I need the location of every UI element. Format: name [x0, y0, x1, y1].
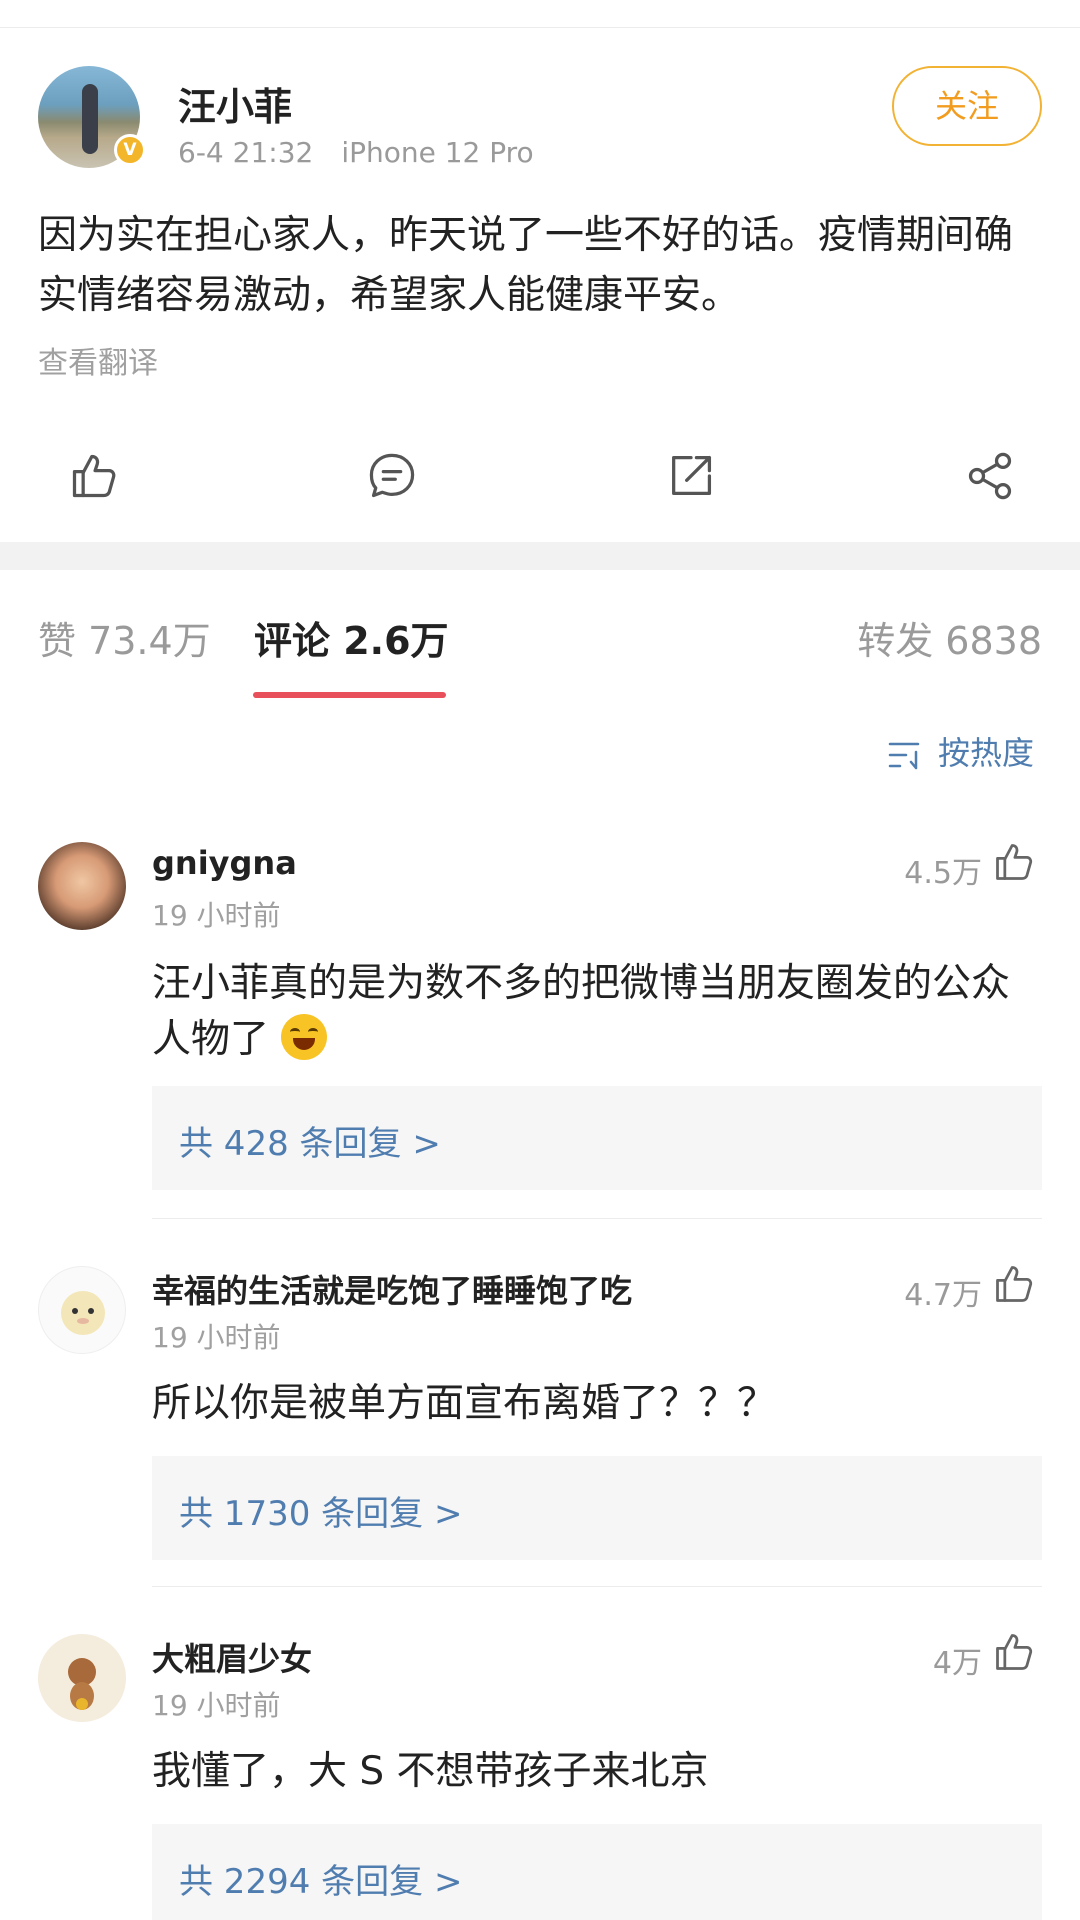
- sort-button[interactable]: 按热度: [888, 728, 1034, 774]
- share-button[interactable]: [964, 450, 1016, 502]
- top-divider: [0, 27, 1080, 28]
- figurine-avatar-icon: [68, 1658, 96, 1710]
- comment-text: 汪小菲真的是为数不多的把微博当朋友圈发的公众人物了: [152, 956, 1042, 1068]
- commenter-name[interactable]: gniygna: [152, 844, 297, 882]
- commenter-avatar[interactable]: [38, 1266, 126, 1354]
- commenter-name[interactable]: 大粗眉少女: [152, 1634, 312, 1680]
- reply-count-label: 共 2294 条回复 >: [179, 1862, 463, 1902]
- tab-reposts[interactable]: 转发 6838: [857, 610, 1042, 665]
- reply-count-label: 共 428 条回复 >: [179, 1124, 441, 1164]
- comment-divider: [152, 1586, 1042, 1587]
- tab-comments[interactable]: 评论 2.6万: [254, 610, 449, 665]
- comment-like-icon[interactable]: [992, 1262, 1036, 1306]
- comment-text-body: 汪小菲真的是为数不多的把微博当朋友圈发的公众人物了: [152, 961, 1011, 1062]
- comment-like-icon[interactable]: [992, 840, 1036, 884]
- commenter-avatar[interactable]: [38, 1634, 126, 1722]
- sort-icon: [888, 742, 920, 770]
- translate-link[interactable]: 查看翻译: [38, 338, 158, 382]
- post-time: 6-4 21:32: [178, 136, 314, 169]
- repost-icon: [672, 455, 712, 495]
- comment-button[interactable]: [366, 450, 418, 502]
- follow-button[interactable]: 关注: [892, 66, 1042, 146]
- comment-divider: [152, 1218, 1042, 1219]
- share-icon: [968, 452, 1012, 500]
- tab-likes[interactable]: 赞 73.4万: [38, 610, 211, 665]
- comment-time: 19 小时前: [152, 899, 281, 932]
- comment-time: 19 小时前: [152, 1689, 281, 1722]
- commenter-avatar[interactable]: [38, 842, 126, 930]
- commenter-name[interactable]: 幸福的生活就是吃饱了睡睡饱了吃: [152, 1266, 632, 1312]
- comment-like-count: 4万: [932, 1646, 982, 1681]
- laugh-cry-emoji-icon: [281, 1014, 328, 1060]
- comment-text: 所以你是被单方面宣布离婚了？？？: [152, 1381, 777, 1426]
- comment-like-icon[interactable]: [992, 1630, 1036, 1674]
- comment-like-count: 4.5万: [904, 856, 982, 891]
- post-device: iPhone 12 Pro: [341, 136, 534, 169]
- author-name[interactable]: 汪小菲: [178, 76, 292, 131]
- post-text: 因为实在担心家人，昨天说了一些不好的话。疫情期间确实情绪容易激动，希望家人能健康…: [38, 213, 1014, 318]
- comment-icon: [369, 453, 415, 498]
- repost-button[interactable]: [665, 450, 717, 502]
- post-meta: 6-4 21:32 iPhone 12 Pro: [178, 136, 562, 169]
- reply-count-button[interactable]: 共 428 条回复 >: [152, 1086, 1042, 1190]
- active-tab-indicator: [253, 692, 446, 698]
- like-icon: [72, 454, 116, 498]
- sheep-avatar-icon: [61, 1291, 105, 1335]
- like-button[interactable]: [68, 450, 120, 502]
- verified-badge-icon: V: [114, 134, 146, 166]
- sort-label: 按热度: [938, 734, 1035, 772]
- reply-count-label: 共 1730 条回复 >: [179, 1494, 463, 1534]
- comment-time: 19 小时前: [152, 1321, 281, 1354]
- reply-count-button[interactable]: 共 2294 条回复 >: [152, 1824, 1042, 1920]
- reply-count-button[interactable]: 共 1730 条回复 >: [152, 1456, 1042, 1560]
- comment-text: 我懂了，大 S 不想带孩子来北京: [152, 1749, 709, 1794]
- section-separator: [0, 542, 1080, 570]
- comment-like-count: 4.7万: [904, 1278, 982, 1313]
